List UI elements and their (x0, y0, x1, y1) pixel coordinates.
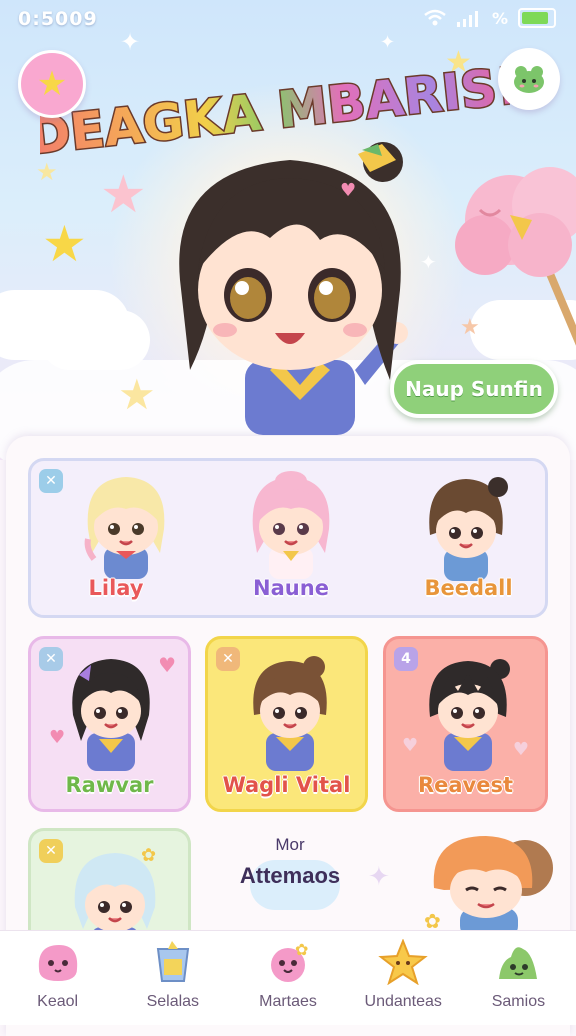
tab-martaes[interactable]: ✿ Martaes (230, 931, 345, 1025)
character-portrait-bun-hair (253, 656, 327, 771)
tab-label: Keaol (37, 993, 79, 1010)
green-pet-icon (514, 66, 544, 93)
character-name: Rawvar (65, 773, 154, 798)
more-characters-button[interactable]: Mor Attemaos (215, 835, 365, 915)
character-name: Reavest (417, 773, 514, 798)
battery-percent: % (491, 8, 508, 28)
bottom-tab-bar: Keaol Selalas ✿ Martaes Undanteas Samios (0, 930, 576, 1025)
featured-characters-card[interactable]: ✕ Lilay Naune Beedall (28, 458, 548, 618)
svg-text:♥: ♥ (340, 180, 356, 201)
cotton-candy-illustration (455, 167, 576, 346)
tab-label: Undanteas (364, 993, 442, 1010)
signal-icon (456, 11, 478, 27)
character-card[interactable]: ✕ ♥ ♥ Rawvar (28, 636, 191, 812)
character-portrait-orange-hair: ✿ (424, 836, 553, 932)
tab-label: Selalas (146, 993, 200, 1010)
hero-character-illustration: ♥ (179, 142, 408, 435)
character-portrait-pink (252, 471, 330, 579)
tab-label: Samios (491, 993, 546, 1010)
tab-selalas[interactable]: Selalas (115, 931, 230, 1025)
character-name: Naune (253, 576, 330, 601)
more-label-big: Attemaos (239, 863, 341, 888)
character-card[interactable]: 4 ♥ ♥ Reavest (383, 636, 548, 812)
system-icons: % (424, 8, 556, 28)
character-name: Beedall (424, 576, 513, 601)
pet-menu-button[interactable] (498, 48, 560, 110)
character-name: Lilay (88, 576, 144, 601)
pink-creature-icon: ✿ (271, 940, 308, 982)
star-icon (378, 939, 428, 985)
svg-text:✿: ✿ (424, 909, 441, 932)
wifi-icon (424, 9, 446, 26)
star-icon: ★ (42, 215, 87, 273)
close-icon[interactable]: ✕ (216, 647, 240, 671)
tab-keaol[interactable]: Keaol (0, 931, 115, 1025)
status-time: 0:5009 (18, 8, 98, 30)
battery-icon (518, 8, 556, 28)
character-portrait-dark-hair (72, 659, 150, 771)
cta-button[interactable]: Naup Sunfin (390, 360, 558, 418)
cup-icon (156, 941, 189, 982)
sparkle-icon: ✦ (368, 862, 390, 892)
character-portrait-brown (429, 477, 508, 581)
tab-samios[interactable]: Samios (461, 931, 576, 1025)
status-bar: 0:5009 % (0, 0, 576, 38)
character-card[interactable]: ✕ ✿ (28, 828, 191, 938)
svg-text:✿: ✿ (295, 940, 308, 959)
pink-blob-icon (38, 945, 77, 981)
star-menu-button[interactable]: ★ (18, 50, 86, 118)
tab-label: Martaes (259, 993, 317, 1010)
character-portrait-blonde (84, 477, 165, 579)
character-portrait-spiky-hair (429, 659, 510, 771)
character-portrait-white-hair (74, 853, 156, 938)
star-icon: ★ (36, 64, 68, 104)
game-title-logo: DEAGKA MBARIS! (40, 55, 510, 167)
badge-icon[interactable]: 4 (394, 647, 418, 671)
star-icon: ★ (100, 165, 147, 225)
tab-undanteas[interactable]: Undanteas (346, 931, 461, 1025)
character-card[interactable]: ✕ Wagli Vital (205, 636, 368, 812)
close-icon[interactable]: ✕ (39, 647, 63, 671)
character-name: Wagli Vital (222, 773, 351, 798)
game-title-text: DEAGKA MBARIS! (40, 56, 510, 165)
heart-icon: ♥ (402, 735, 419, 756)
green-slime-icon (499, 947, 538, 979)
close-icon[interactable]: ✕ (39, 469, 63, 493)
more-label-small: Mor (275, 835, 305, 854)
close-icon[interactable]: ✕ (39, 839, 63, 863)
